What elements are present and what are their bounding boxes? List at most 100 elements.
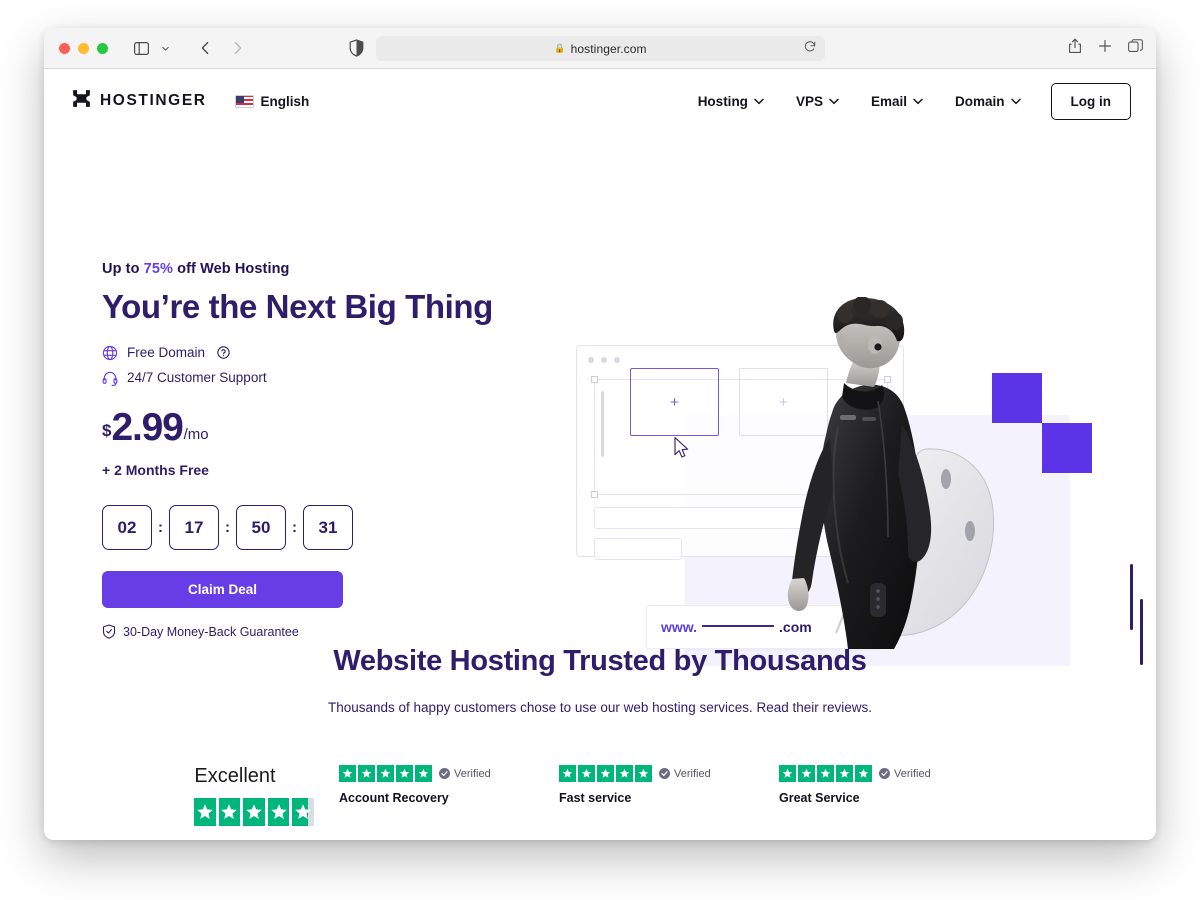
star-icon (218, 798, 241, 826)
web-page: HOSTINGER English Hosting VPS Email Doma… (44, 69, 1156, 840)
browser-toolbar: 🔒 hostinger.com (44, 28, 1156, 69)
money-back-guarantee: 30-Day Money-Back Guarantee (102, 624, 522, 639)
language-selector[interactable]: English (234, 93, 310, 109)
brand-logo[interactable]: HOSTINGER (72, 89, 207, 113)
eyebrow-suffix: off Web Hosting (173, 261, 290, 277)
mockup-content-bar (594, 538, 682, 560)
star-icon-partial (292, 798, 314, 826)
star-icon (855, 765, 872, 782)
review-stars (559, 765, 652, 782)
nav-item-email[interactable]: Email (855, 94, 939, 109)
feature-customer-support: 24/7 Customer Support (102, 370, 522, 386)
sidebar-dropdown-chevron-down-icon[interactable] (152, 35, 178, 61)
price-amount: 2.99 (111, 405, 183, 449)
eyebrow-prefix: Up to (102, 261, 144, 277)
placeholder-box-selected: + (630, 368, 719, 436)
star-icon (358, 765, 375, 782)
feature-free-domain: Free Domain (102, 345, 522, 361)
nav-item-hosting[interactable]: Hosting (682, 94, 780, 109)
review-header: Verified (779, 765, 999, 782)
chevron-down-icon (1010, 98, 1021, 105)
star-icon (559, 765, 576, 782)
review-stars (339, 765, 432, 782)
shield-check-icon (102, 624, 116, 639)
verified-label: Verified (454, 767, 491, 780)
countdown-hours: 17 (169, 505, 219, 550)
hero-copy: Up to 75% off Web Hosting You’re the Nex… (102, 261, 522, 639)
feature-label: Free Domain (127, 345, 206, 361)
forward-arrow-icon[interactable] (224, 35, 250, 61)
nav-label: Domain (954, 93, 1005, 109)
review-title: Great Service (779, 791, 860, 805)
countdown-timer: 02 : 17 : 50 : 31 (102, 505, 522, 550)
browser-window: 🔒 hostinger.com HOSTINGER English Hostin… (44, 28, 1156, 840)
plus-icon[interactable] (1098, 39, 1112, 58)
chevron-down-icon (754, 98, 764, 105)
nav-item-vps[interactable]: VPS (780, 94, 855, 109)
star-icon (267, 798, 290, 826)
window-controls (59, 42, 108, 54)
review-header: Verified (339, 765, 559, 782)
verified-label: Verified (894, 767, 931, 780)
page-title: You’re the Next Big Thing (102, 288, 493, 325)
chevron-down-icon (913, 98, 923, 105)
decorative-square (1042, 423, 1092, 473)
verified-badge: Verified (879, 768, 931, 780)
back-arrow-icon[interactable] (192, 35, 218, 61)
bonus-text: + 2 Months Free (102, 462, 209, 478)
star-icon (578, 765, 595, 782)
star-icon (616, 765, 633, 782)
resize-handle (591, 491, 598, 498)
nav-label: VPS (795, 93, 823, 109)
login-button[interactable]: Log in (1050, 82, 1131, 120)
close-window-button[interactable] (59, 42, 70, 54)
url-text: hostinger.com (570, 41, 647, 56)
nav-item-domain[interactable]: Domain (939, 94, 1037, 109)
nav-label: Email (870, 93, 907, 109)
share-icon[interactable] (1068, 38, 1082, 59)
star-icon (396, 765, 413, 782)
reload-icon[interactable] (804, 40, 816, 58)
price-block: $ 2.99 /mo (102, 405, 522, 449)
guarantee-label: 30-Day Money-Back Guarantee (123, 624, 299, 639)
mouse-cursor-icon (673, 436, 690, 465)
star-icon (798, 765, 815, 782)
hero-illustration: + + www. .com (544, 283, 1143, 703)
verified-badge: Verified (659, 768, 711, 780)
countdown-days: 02 (102, 505, 152, 550)
star-icon (836, 765, 853, 782)
url-blank-line (702, 624, 775, 627)
star-icon (243, 798, 265, 826)
privacy-shield-icon[interactable] (349, 39, 364, 62)
decorative-line-right (1130, 564, 1133, 630)
headset-icon (102, 370, 118, 386)
mockup-window-dots (588, 357, 620, 363)
review-card: Verified Account Recovery (339, 765, 559, 805)
star-icon (377, 765, 394, 782)
help-circle-icon[interactable] (217, 346, 230, 360)
tab-overview-icon[interactable] (1128, 38, 1143, 59)
verified-badge: Verified (439, 768, 491, 780)
countdown-seconds: 31 (303, 505, 353, 550)
trustpilot-rating-label: Excellent (194, 765, 276, 787)
countdown-separator: : (225, 519, 230, 536)
claim-deal-button[interactable]: Claim Deal (102, 571, 343, 608)
review-header: Verified (559, 765, 779, 782)
sidebar-toggle-icon[interactable] (128, 35, 154, 61)
minimize-window-button[interactable] (78, 42, 89, 54)
verified-check-icon (879, 768, 890, 779)
review-card: Verified Fast service (559, 765, 779, 805)
trust-heading: Website Hosting Trusted by Thousands (333, 645, 867, 677)
chevron-down-icon (829, 98, 839, 105)
nav-label: Hosting (697, 93, 748, 109)
language-label: English (260, 93, 310, 109)
star-icon (194, 798, 216, 826)
url-www-part: www. (661, 619, 698, 635)
star-icon (817, 765, 834, 782)
maximize-window-button[interactable] (97, 42, 108, 54)
eyebrow-percent: 75% (143, 261, 173, 277)
trust-section: Website Hosting Trusted by Thousands Tho… (44, 645, 1156, 826)
trust-subheading: Thousands of happy customers chose to us… (327, 700, 873, 715)
address-bar[interactable]: 🔒 hostinger.com (376, 36, 825, 61)
reviews-row: Excellent Verified Account Recovery Veri… (44, 765, 1156, 826)
